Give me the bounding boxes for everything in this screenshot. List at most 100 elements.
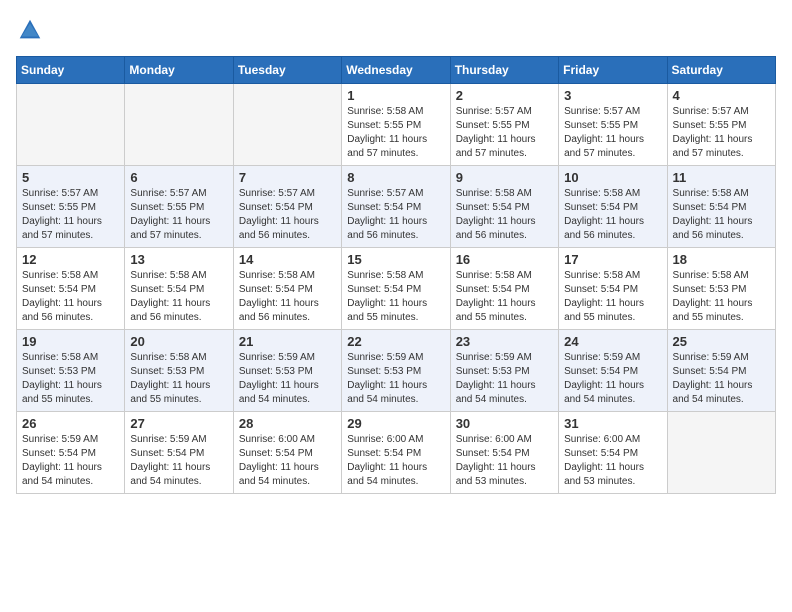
day-number: 30: [456, 416, 553, 431]
day-info: Sunrise: 5:58 AM Sunset: 5:53 PM Dayligh…: [22, 351, 119, 407]
day-info: Sunrise: 5:59 AM Sunset: 5:54 PM Dayligh…: [673, 351, 770, 407]
calendar-cell: 24 Sunrise: 5:59 AM Sunset: 5:54 PM Dayli…: [559, 330, 667, 412]
day-number: 4: [673, 88, 770, 103]
day-info: Sunrise: 6:00 AM Sunset: 5:54 PM Dayligh…: [564, 433, 661, 489]
day-info: Sunrise: 5:58 AM Sunset: 5:55 PM Dayligh…: [347, 105, 444, 161]
calendar-cell: 27 Sunrise: 5:59 AM Sunset: 5:54 PM Dayli…: [125, 412, 233, 494]
day-number: 10: [564, 170, 661, 185]
day-info: Sunrise: 5:59 AM Sunset: 5:54 PM Dayligh…: [130, 433, 227, 489]
calendar-cell: [667, 412, 775, 494]
calendar-cell: 20 Sunrise: 5:58 AM Sunset: 5:53 PM Dayli…: [125, 330, 233, 412]
week-row-3: 12 Sunrise: 5:58 AM Sunset: 5:54 PM Dayli…: [17, 248, 776, 330]
day-info: Sunrise: 5:58 AM Sunset: 5:54 PM Dayligh…: [673, 187, 770, 243]
day-info: Sunrise: 5:57 AM Sunset: 5:55 PM Dayligh…: [673, 105, 770, 161]
day-number: 5: [22, 170, 119, 185]
header-day-monday: Monday: [125, 57, 233, 84]
day-info: Sunrise: 5:59 AM Sunset: 5:54 PM Dayligh…: [22, 433, 119, 489]
day-number: 19: [22, 334, 119, 349]
calendar-cell: 10 Sunrise: 5:58 AM Sunset: 5:54 PM Dayli…: [559, 166, 667, 248]
header-day-thursday: Thursday: [450, 57, 558, 84]
day-number: 25: [673, 334, 770, 349]
header-day-wednesday: Wednesday: [342, 57, 450, 84]
day-number: 16: [456, 252, 553, 267]
header-day-sunday: Sunday: [17, 57, 125, 84]
day-info: Sunrise: 6:00 AM Sunset: 5:54 PM Dayligh…: [456, 433, 553, 489]
calendar-cell: 4 Sunrise: 5:57 AM Sunset: 5:55 PM Daylig…: [667, 84, 775, 166]
day-number: 20: [130, 334, 227, 349]
day-number: 12: [22, 252, 119, 267]
calendar-cell: 22 Sunrise: 5:59 AM Sunset: 5:53 PM Dayli…: [342, 330, 450, 412]
calendar-cell: 14Sunrise: 5:58 AM Sunset: 5:54 PM Dayli…: [233, 248, 341, 330]
header-row: SundayMondayTuesdayWednesdayThursdayFrid…: [17, 57, 776, 84]
calendar-cell: 23 Sunrise: 5:59 AM Sunset: 5:53 PM Dayli…: [450, 330, 558, 412]
day-number: 6: [130, 170, 227, 185]
day-info: Sunrise: 5:58 AM Sunset: 5:54 PM Dayligh…: [347, 269, 444, 325]
day-info: Sunrise: 5:57 AM Sunset: 5:55 PM Dayligh…: [130, 187, 227, 243]
day-number: 11: [673, 170, 770, 185]
calendar-cell: 28Sunrise: 6:00 AM Sunset: 5:54 PM Dayli…: [233, 412, 341, 494]
calendar-cell: 21 Sunrise: 5:59 AM Sunset: 5:53 PM Dayli…: [233, 330, 341, 412]
day-number: 13: [130, 252, 227, 267]
day-info: Sunrise: 5:57 AM Sunset: 5:54 PM Dayligh…: [347, 187, 444, 243]
day-info: Sunrise: 5:58 AM Sunset: 5:53 PM Dayligh…: [130, 351, 227, 407]
page-header: [16, 16, 776, 44]
calendar-cell: 3Sunrise: 5:57 AM Sunset: 5:55 PM Daylig…: [559, 84, 667, 166]
calendar-table: SundayMondayTuesdayWednesdayThursdayFrid…: [16, 56, 776, 494]
day-info: Sunrise: 5:57 AM Sunset: 5:55 PM Dayligh…: [456, 105, 553, 161]
day-number: 21: [239, 334, 336, 349]
day-number: 17: [564, 252, 661, 267]
day-info: Sunrise: 5:58 AM Sunset: 5:54 PM Dayligh…: [456, 187, 553, 243]
calendar-cell: 29 Sunrise: 6:00 AM Sunset: 5:54 PM Dayli…: [342, 412, 450, 494]
day-info: Sunrise: 5:57 AM Sunset: 5:54 PM Dayligh…: [239, 187, 336, 243]
calendar-cell: 8 Sunrise: 5:57 AM Sunset: 5:54 PM Daylig…: [342, 166, 450, 248]
day-info: Sunrise: 5:58 AM Sunset: 5:54 PM Dayligh…: [564, 187, 661, 243]
day-number: 29: [347, 416, 444, 431]
calendar-cell: [17, 84, 125, 166]
calendar-cell: 19 Sunrise: 5:58 AM Sunset: 5:53 PM Dayli…: [17, 330, 125, 412]
day-info: Sunrise: 5:59 AM Sunset: 5:53 PM Dayligh…: [456, 351, 553, 407]
calendar-cell: 11 Sunrise: 5:58 AM Sunset: 5:54 PM Dayli…: [667, 166, 775, 248]
day-number: 22: [347, 334, 444, 349]
calendar-cell: 18Sunrise: 5:58 AM Sunset: 5:53 PM Dayli…: [667, 248, 775, 330]
day-info: Sunrise: 5:58 AM Sunset: 5:54 PM Dayligh…: [564, 269, 661, 325]
week-row-2: 5 Sunrise: 5:57 AM Sunset: 5:55 PM Daylig…: [17, 166, 776, 248]
logo-icon: [16, 16, 44, 44]
day-info: Sunrise: 5:58 AM Sunset: 5:53 PM Dayligh…: [673, 269, 770, 325]
calendar-cell: 2 Sunrise: 5:57 AM Sunset: 5:55 PM Daylig…: [450, 84, 558, 166]
calendar-cell: 17 Sunrise: 5:58 AM Sunset: 5:54 PM Dayli…: [559, 248, 667, 330]
day-number: 23: [456, 334, 553, 349]
day-number: 24: [564, 334, 661, 349]
header-day-friday: Friday: [559, 57, 667, 84]
calendar-cell: 31 Sunrise: 6:00 AM Sunset: 5:54 PM Dayli…: [559, 412, 667, 494]
day-info: Sunrise: 5:59 AM Sunset: 5:53 PM Dayligh…: [347, 351, 444, 407]
calendar-cell: 1 Sunrise: 5:58 AM Sunset: 5:55 PM Daylig…: [342, 84, 450, 166]
day-number: 1: [347, 88, 444, 103]
calendar-cell: 30 Sunrise: 6:00 AM Sunset: 5:54 PM Dayli…: [450, 412, 558, 494]
logo: [16, 16, 48, 44]
day-number: 26: [22, 416, 119, 431]
day-number: 8: [347, 170, 444, 185]
day-info: Sunrise: 5:58 AM Sunset: 5:54 PM Dayligh…: [22, 269, 119, 325]
week-row-4: 19 Sunrise: 5:58 AM Sunset: 5:53 PM Dayli…: [17, 330, 776, 412]
header-day-tuesday: Tuesday: [233, 57, 341, 84]
week-row-5: 26 Sunrise: 5:59 AM Sunset: 5:54 PM Dayli…: [17, 412, 776, 494]
day-number: 27: [130, 416, 227, 431]
calendar-cell: 13Sunrise: 5:58 AM Sunset: 5:54 PM Dayli…: [125, 248, 233, 330]
day-info: Sunrise: 5:59 AM Sunset: 5:53 PM Dayligh…: [239, 351, 336, 407]
day-number: 7: [239, 170, 336, 185]
day-info: Sunrise: 5:59 AM Sunset: 5:54 PM Dayligh…: [564, 351, 661, 407]
day-info: Sunrise: 6:00 AM Sunset: 5:54 PM Dayligh…: [347, 433, 444, 489]
calendar-cell: 9 Sunrise: 5:58 AM Sunset: 5:54 PM Daylig…: [450, 166, 558, 248]
day-number: 28: [239, 416, 336, 431]
calendar-cell: 12 Sunrise: 5:58 AM Sunset: 5:54 PM Dayli…: [17, 248, 125, 330]
day-info: Sunrise: 5:57 AM Sunset: 5:55 PM Dayligh…: [22, 187, 119, 243]
calendar-cell: [125, 84, 233, 166]
day-number: 9: [456, 170, 553, 185]
day-number: 15: [347, 252, 444, 267]
day-info: Sunrise: 5:58 AM Sunset: 5:54 PM Dayligh…: [456, 269, 553, 325]
day-number: 2: [456, 88, 553, 103]
day-number: 3: [564, 88, 661, 103]
day-number: 14: [239, 252, 336, 267]
day-number: 31: [564, 416, 661, 431]
calendar-cell: 16 Sunrise: 5:58 AM Sunset: 5:54 PM Dayli…: [450, 248, 558, 330]
